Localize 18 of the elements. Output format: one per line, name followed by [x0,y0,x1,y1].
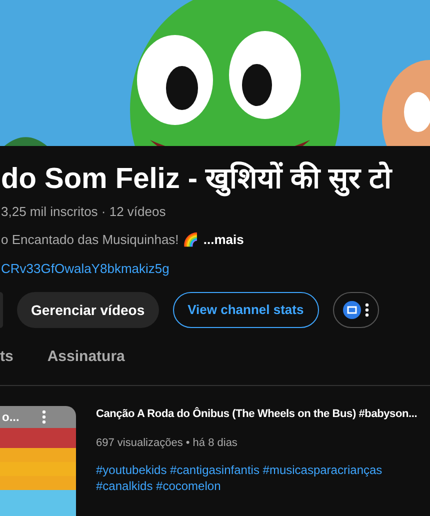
extension-logo-icon [342,301,361,319]
more-icon[interactable] [42,410,46,424]
video-hashtags: #youtubekids #cantigasinfantis #musicasparacrianças #canalkids #cocomelon [96,462,384,494]
channel-tab[interactable]: Assinatura [47,344,125,386]
channel-title: do Som Feliz - खुशियों की सुर टो [1,160,394,198]
channel-description: o Encantado das Musiquinhas! 🌈 [1,231,198,249]
more-link[interactable]: ...mais [203,230,244,250]
more-icon [364,303,369,317]
thumbnail-title: o... [2,409,20,426]
video-thumbnail[interactable]: o... [0,406,76,516]
channel-stats: 3,25 mil inscritos · 12 vídeos [1,202,167,220]
extension-button[interactable] [332,292,379,328]
channel-stats-button[interactable]: View channel stats [172,292,319,328]
channel-link[interactable]: CRv33GfOwalaY8bkmakiz5g [1,258,430,278]
manage-videos-button[interactable]: Gerenciar vídeos [17,292,159,328]
video-meta: 697 visualizações • há 8 dias [96,436,238,450]
channel-tab[interactable]: ts [0,344,14,386]
video-title[interactable]: Canção A Roda do Ônibus (The Wheels on the Bus) #babyson... [96,406,418,422]
